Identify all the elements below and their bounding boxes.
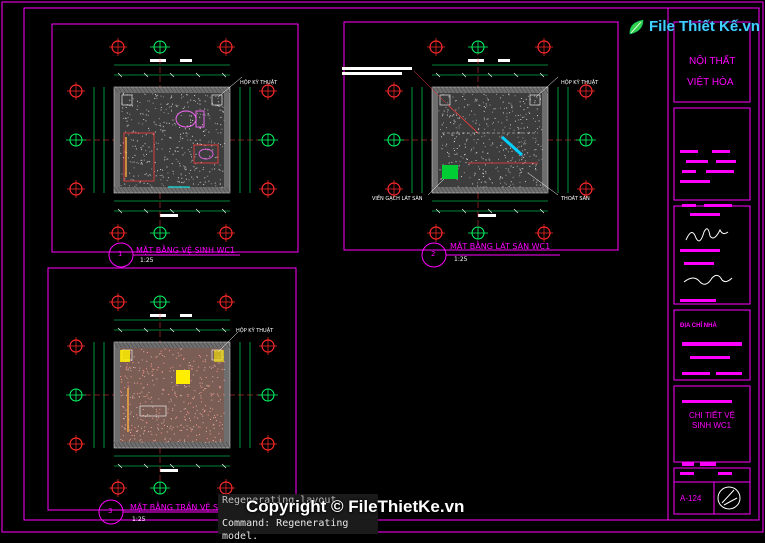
plan-view-3 (66, 293, 278, 497)
command-prompt-line[interactable]: Command: Regenerating model. (218, 517, 378, 543)
drawing-title-line-1: CHI TIẾT VỆ (689, 411, 735, 420)
company-line-1: NỘI THẤT (689, 56, 736, 67)
view-1-number: 1 (118, 250, 123, 258)
plan-view-1 (66, 38, 278, 242)
view-3-number: 3 (108, 507, 113, 515)
signature-2 (683, 274, 733, 285)
titleblock (673, 21, 751, 515)
room-floor (120, 93, 224, 187)
signature-1 (685, 228, 729, 242)
filethietke-logo: File Thiết Kế.vn (625, 16, 765, 40)
view-1-scale: 1:25 (140, 257, 154, 264)
view-3-scale: 1:25 (132, 516, 146, 523)
exhaust-fan (120, 350, 130, 362)
label-hop-ky-thuat-1: HỘP KỸ THUẬT (240, 80, 278, 86)
view-2-number: 2 (431, 250, 436, 258)
label-vien-gach: VIỀN GẠCH LÁT SÀN (372, 196, 423, 202)
titleblock-logo-icon (717, 486, 741, 510)
view-2-title: MẶT BẰNG LÁT SÀN WC1 (450, 242, 551, 251)
sheet-number: A-124 (680, 494, 702, 503)
plan-view-2 (342, 38, 596, 242)
label-hop-ky-thuat-3: HỘP KỸ THUẬT (236, 328, 274, 334)
leaf-logo-icon (629, 19, 644, 35)
label-thoat-san: THOÁT SÀN (561, 196, 590, 202)
company-line-2: VIỆT HÒA (687, 77, 734, 88)
floor-drain-marker (442, 165, 458, 179)
brand-text: File Thiết Kế.vn (649, 18, 760, 35)
ceiling-light (176, 370, 190, 384)
drawing-title-line-2: SINH WC1 (692, 421, 732, 430)
sheet-border-outer (1, 1, 764, 533)
view-1-title: MẶT BẰNG VỆ SINH WC1 (136, 246, 236, 255)
copyright-watermark: Copyright © FileThietKe.vn (246, 497, 465, 516)
room-floor (120, 348, 224, 442)
view-2-scale: 1:25 (454, 256, 468, 263)
owner-label: ĐỊA CHỈ NHÀ (680, 323, 717, 329)
label-hop-ky-thuat-2: HỘP KỸ THUẬT (561, 80, 599, 86)
cad-layout-canvas[interactable] (0, 0, 765, 534)
